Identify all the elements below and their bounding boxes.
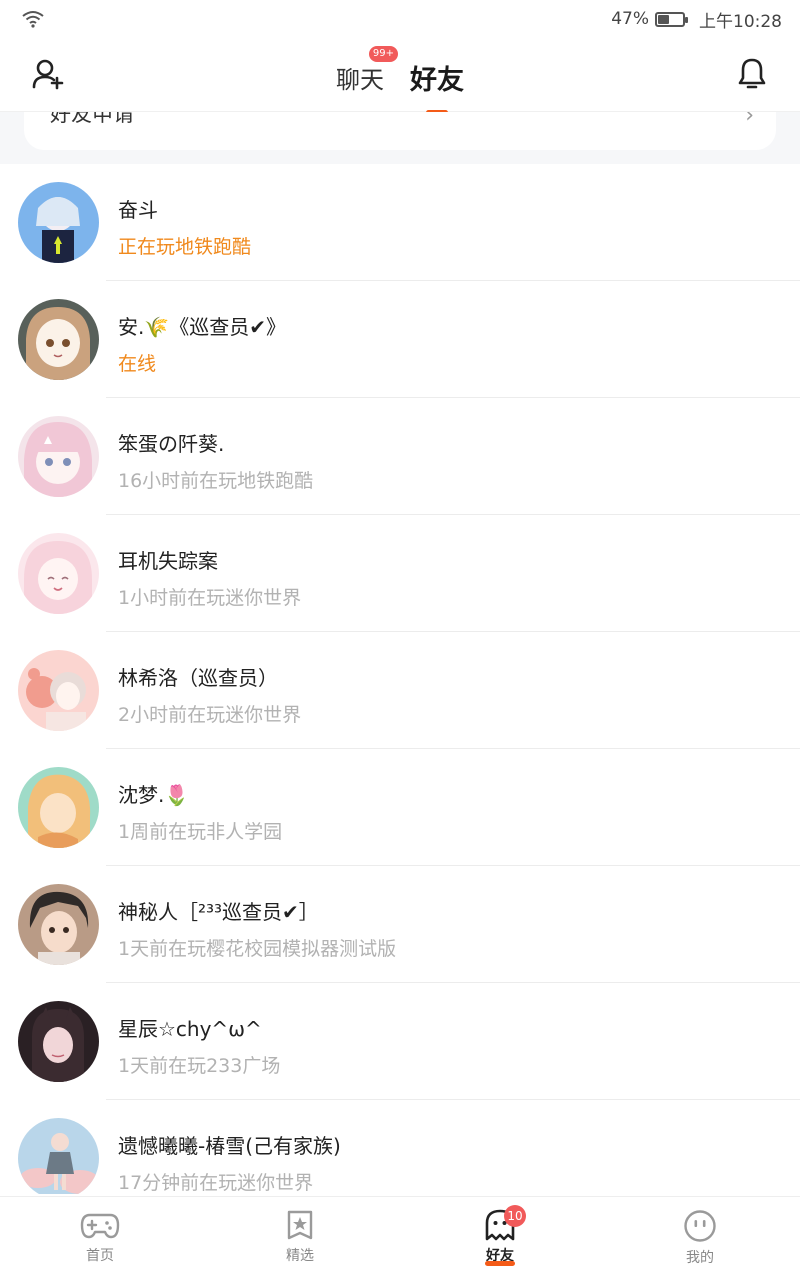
friend-status: 2小时前在玩迷你世界 [118, 704, 302, 726]
battery-icon [655, 11, 688, 27]
friend-status: 17分钟前在玩迷你世界 [118, 1172, 314, 1194]
friends-unread-badge: 10 [504, 1205, 526, 1227]
wifi-icon [22, 11, 44, 28]
friend-status: 正在玩地铁跑酷 [118, 236, 252, 258]
battery-percent: 47% [611, 9, 649, 29]
nav-featured-label: 精选 [286, 1248, 314, 1264]
star-box-icon [287, 1210, 313, 1240]
battery-fill [658, 14, 670, 24]
avatar [18, 1118, 99, 1194]
friend-status: 1周前在玩非人学园 [118, 821, 283, 843]
tab-friends-label: 好友 [410, 64, 464, 96]
friend-row[interactable]: 笨蛋の阡葵. 16小时前在玩地铁跑酷 [0, 398, 800, 515]
friend-status: 1天前在玩233广场 [118, 1055, 281, 1077]
friend-row[interactable]: 奋斗 正在玩地铁跑酷 [0, 164, 800, 281]
gamepad-icon [80, 1213, 120, 1239]
friend-name: 沈梦.🌷 [118, 783, 190, 807]
friend-request-label: 好友申请 [50, 112, 134, 126]
avatar [18, 650, 99, 731]
friend-status: 1小时前在玩迷你世界 [118, 587, 302, 609]
chevron-right-icon: › [745, 112, 754, 128]
tab-chat-label: 聊天 [336, 65, 384, 94]
friend-name: 耳机失踪案 [118, 549, 218, 573]
nav-friends[interactable]: 10 好友 [400, 1197, 600, 1280]
tab-chat[interactable]: 聊天 99+ [336, 45, 398, 95]
friend-status: 1天前在玩樱花校园模拟器测试版 [118, 938, 397, 960]
friend-row[interactable]: 神秘人［²³³巡查员✔］ 1天前在玩樱花校园模拟器测试版 [0, 866, 800, 983]
status-bar: 47% 上午10:28 [0, 0, 800, 38]
friend-name: 神秘人［²³³巡查员✔］ [118, 900, 319, 924]
avatar [18, 1001, 99, 1082]
friend-row[interactable]: 沈梦.🌷 1周前在玩非人学园 [0, 749, 800, 866]
nav-profile-label: 我的 [686, 1250, 714, 1266]
face-icon [684, 1210, 716, 1242]
friend-name: 安.🌾《巡查员✔》 [118, 315, 287, 339]
status-time: 上午10:28 [699, 11, 782, 32]
friend-row[interactable]: 安.🌾《巡查员✔》 在线 [0, 281, 800, 398]
nav-featured[interactable]: 精选 [200, 1197, 400, 1280]
top-header: 聊天 99+ 好友 [0, 38, 800, 115]
friend-row[interactable]: 遗憾曦曦-椿雪(己有家族) 17分钟前在玩迷你世界 [0, 1100, 800, 1194]
friend-status: 在线 [118, 353, 157, 375]
nav-home-label: 首页 [86, 1248, 114, 1264]
header-tabs: 聊天 99+ 好友 [0, 38, 800, 115]
friend-list: 奋斗 正在玩地铁跑酷 安.🌾《巡查员✔》 在线 笨蛋の阡葵. 16小时前在玩地铁… [0, 164, 800, 1194]
friend-name: 林希洛（巡查员） [118, 666, 278, 690]
bell-icon [738, 58, 766, 89]
friend-row[interactable]: 星辰☆chy^ω^ 1天前在玩233广场 [0, 983, 800, 1100]
friend-status: 16小时前在玩地铁跑酷 [118, 470, 314, 492]
tab-friends[interactable]: 好友 [410, 54, 464, 115]
friend-row[interactable]: 耳机失踪案 1小时前在玩迷你世界 [0, 515, 800, 632]
avatar [18, 884, 99, 965]
active-nav-indicator [485, 1261, 515, 1266]
chat-unread-badge: 99+ [368, 45, 398, 62]
friend-request-row[interactable]: 好友申请 › [24, 112, 776, 150]
notifications-button[interactable] [732, 54, 772, 94]
friend-name: 奋斗 [118, 198, 158, 222]
friend-name: 遗憾曦曦-椿雪(己有家族) [118, 1134, 341, 1158]
avatar [18, 767, 99, 848]
nav-profile[interactable]: 我的 [600, 1197, 800, 1280]
avatar [18, 299, 99, 380]
avatar [18, 533, 99, 614]
bottom-nav: 首页 精选 10 好友 我的 [0, 1196, 800, 1280]
avatar [18, 416, 99, 497]
friend-name: 星辰☆chy^ω^ [118, 1017, 262, 1041]
nav-home[interactable]: 首页 [0, 1197, 200, 1280]
friend-name: 笨蛋の阡葵. [118, 432, 225, 456]
friend-request-section: 好友申请 › [0, 112, 800, 164]
friend-row[interactable]: 林希洛（巡查员） 2小时前在玩迷你世界 [0, 632, 800, 749]
avatar [18, 182, 99, 263]
